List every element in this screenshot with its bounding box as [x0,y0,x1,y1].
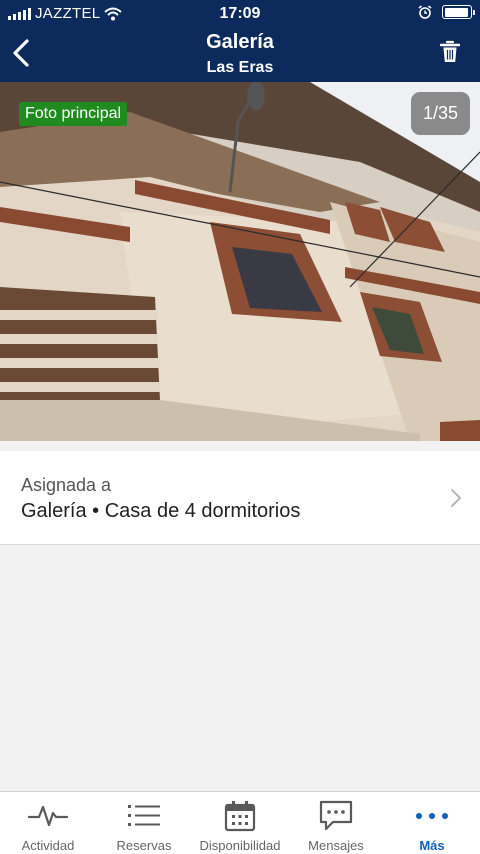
tab-label: Reservas [116,838,172,853]
tab-label: Actividad [21,838,75,853]
status-bar: JAZZTEL 17:09 [0,0,480,28]
photo-counter: 1/35 [411,92,470,135]
tab-reservas[interactable]: Reservas [96,792,192,854]
status-time: 17:09 [219,5,261,22]
tab-disponibilidad[interactable]: Disponibilidad [192,792,288,854]
activity-icon [28,800,68,832]
main-photo-badge: Foto principal [19,102,128,126]
page-title: Galería [206,31,274,53]
tab-label: Disponibilidad [199,838,281,853]
app-header: JAZZTEL 17:09 Galería Las Eras [0,0,480,82]
battery-icon [442,5,475,19]
tab-mensajes[interactable]: Mensajes [288,792,384,854]
assignment-row[interactable]: Asignada a Galería • Casa de 4 dormitori… [0,451,480,545]
more-icon [412,800,452,832]
back-button[interactable] [8,36,34,70]
tab-bar: Actividad Reservas Disponibilidad Mensaj… [0,791,480,854]
assignment-value: Galería • Casa de 4 dormitorios [21,500,301,522]
tab-label: Mensajes [308,838,364,853]
page-subtitle: Las Eras [206,59,274,76]
calendar-icon [220,800,260,832]
tab-actividad[interactable]: Actividad [0,792,96,854]
tab-mas[interactable]: Más [384,792,480,854]
chevron-right-icon [451,489,461,507]
chevron-left-icon [13,39,29,67]
house-photo-image [0,82,480,441]
status-right [418,5,475,19]
trash-icon [439,40,461,62]
delete-button[interactable] [439,40,464,66]
battery-level [444,7,469,17]
message-icon [316,800,356,832]
list-icon [124,800,164,832]
tab-label: Más [419,838,445,853]
assignment-label: Asignada a [21,475,112,495]
gallery-photo[interactable] [0,82,480,441]
alarm-icon [418,5,432,19]
